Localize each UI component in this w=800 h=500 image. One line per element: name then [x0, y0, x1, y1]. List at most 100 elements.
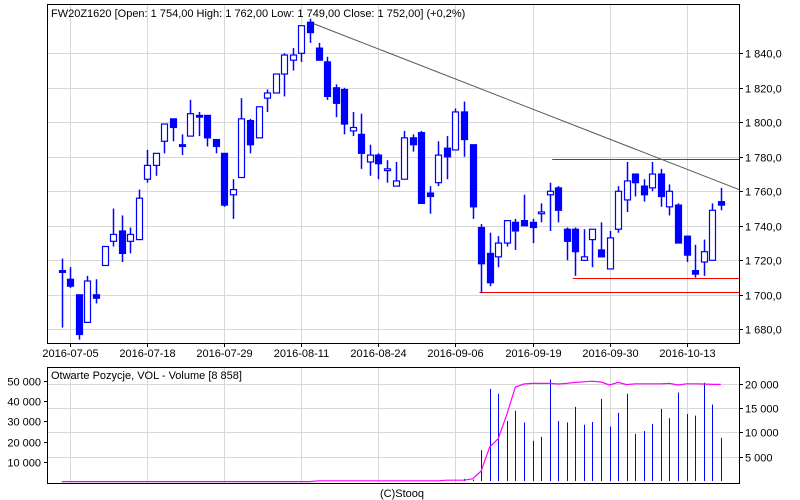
candle: [263, 89, 272, 112]
stock-chart: 1 680,0 1 700,0 1 720,0 1 740,0 1 760,0 1 780…: [7, 4, 782, 500]
volume-tick-label: 10 000: [745, 428, 779, 440]
open-interest-tick-label: 20 000: [7, 438, 41, 450]
candle-body-down: [631, 173, 640, 184]
candle: [109, 208, 118, 247]
volume-tick-label: 20 000: [745, 380, 779, 392]
candle: [691, 244, 700, 278]
candle-body-down: [66, 278, 75, 287]
candle-body-down: [691, 270, 700, 275]
candle-body-down: [511, 221, 520, 232]
candle: [101, 245, 110, 267]
candle-body-down: [315, 47, 324, 61]
candle: [92, 279, 101, 304]
candle-body-down: [203, 114, 212, 139]
open-interest-series: [61, 380, 721, 483]
candle-body-down: [520, 220, 529, 227]
candle-body-up: [614, 190, 623, 230]
candle: [340, 87, 349, 135]
candle: [383, 160, 392, 183]
candle: [75, 294, 84, 340]
candle: [409, 134, 418, 152]
candle-body-down: [597, 249, 606, 258]
candle-body-up: [83, 280, 92, 324]
candle: [160, 123, 169, 154]
candle-body-down: [469, 144, 478, 208]
candle: [460, 101, 469, 157]
candle-body-up: [237, 118, 246, 179]
candle: [83, 275, 92, 324]
candle-body-down: [460, 111, 469, 141]
candle: [212, 138, 221, 154]
candle: [434, 141, 443, 187]
date-tick-label: 2016-09-30: [582, 348, 638, 360]
candle-body-up: [272, 73, 281, 94]
price-tick-label: 1 700,0: [745, 291, 782, 303]
candle: [297, 25, 306, 62]
candle: [674, 203, 683, 244]
candle: [349, 111, 358, 137]
candle-body-down: [443, 147, 452, 158]
candle-body-up: [366, 154, 375, 163]
candle-body-up: [186, 113, 195, 137]
trendline: [309, 21, 740, 191]
candle: [708, 203, 717, 261]
candle: [195, 111, 204, 137]
candle: [537, 203, 546, 223]
volume-bars: [464, 379, 722, 481]
candle-body-down: [195, 114, 204, 118]
candle-body-down: [178, 144, 187, 148]
date-tick-label: 2016-09-06: [427, 348, 483, 360]
candle-body-up: [588, 228, 597, 241]
volume-tick-label: 15 000: [745, 404, 779, 416]
candle-body-up: [229, 188, 238, 196]
price-tick-label: 1 780,0: [745, 153, 782, 165]
candle: [520, 194, 529, 227]
candle-body-down: [477, 226, 486, 265]
candle: [477, 224, 486, 294]
candle: [366, 144, 375, 176]
candle-body-down: [58, 270, 67, 273]
candle-body-up: [648, 173, 657, 189]
main-chart-title: FW20Z1620 [Open: 1 754,00 High: 1 762,00…: [51, 8, 465, 20]
candle: [546, 182, 555, 231]
candle: [683, 235, 692, 263]
candle: [486, 232, 495, 287]
candle: [417, 130, 426, 204]
candle: [597, 222, 606, 258]
candle: [203, 114, 212, 147]
candle-body-up: [152, 152, 161, 167]
candle-body-up: [451, 111, 460, 151]
candle: [58, 258, 67, 328]
candle-body-up: [280, 54, 289, 75]
candle: [648, 161, 657, 192]
candle-body-up: [263, 92, 272, 99]
candle: [220, 152, 229, 207]
candle-body-down: [657, 173, 666, 198]
candle-body-down: [683, 235, 692, 256]
candle-body-down: [212, 138, 221, 148]
candle: [306, 18, 315, 43]
candle-body-down: [323, 61, 332, 98]
candle-body-down: [220, 152, 229, 206]
candle: [332, 84, 341, 118]
candle-body-up: [383, 168, 392, 172]
candle-body-up: [255, 106, 264, 139]
candle: [571, 227, 580, 276]
open-interest-tick-label: 10 000: [7, 458, 41, 470]
date-tick-label: 2016-10-13: [659, 348, 715, 360]
candle-body-down: [529, 221, 538, 229]
candle-body-up: [297, 25, 306, 54]
candle-body-down: [357, 133, 366, 154]
candle: [315, 42, 324, 61]
candle-body-up: [400, 137, 409, 180]
candle: [152, 152, 161, 176]
candle: [563, 227, 572, 261]
date-tick-label: 2016-08-24: [350, 348, 406, 360]
candle: [657, 168, 666, 207]
candle-body-down: [571, 228, 580, 253]
candle-body-up: [494, 242, 503, 258]
date-tick-label: 2016-09-19: [505, 348, 561, 360]
candle: [392, 161, 401, 187]
candle-body-up: [126, 233, 135, 242]
candle-body-up: [503, 220, 512, 244]
